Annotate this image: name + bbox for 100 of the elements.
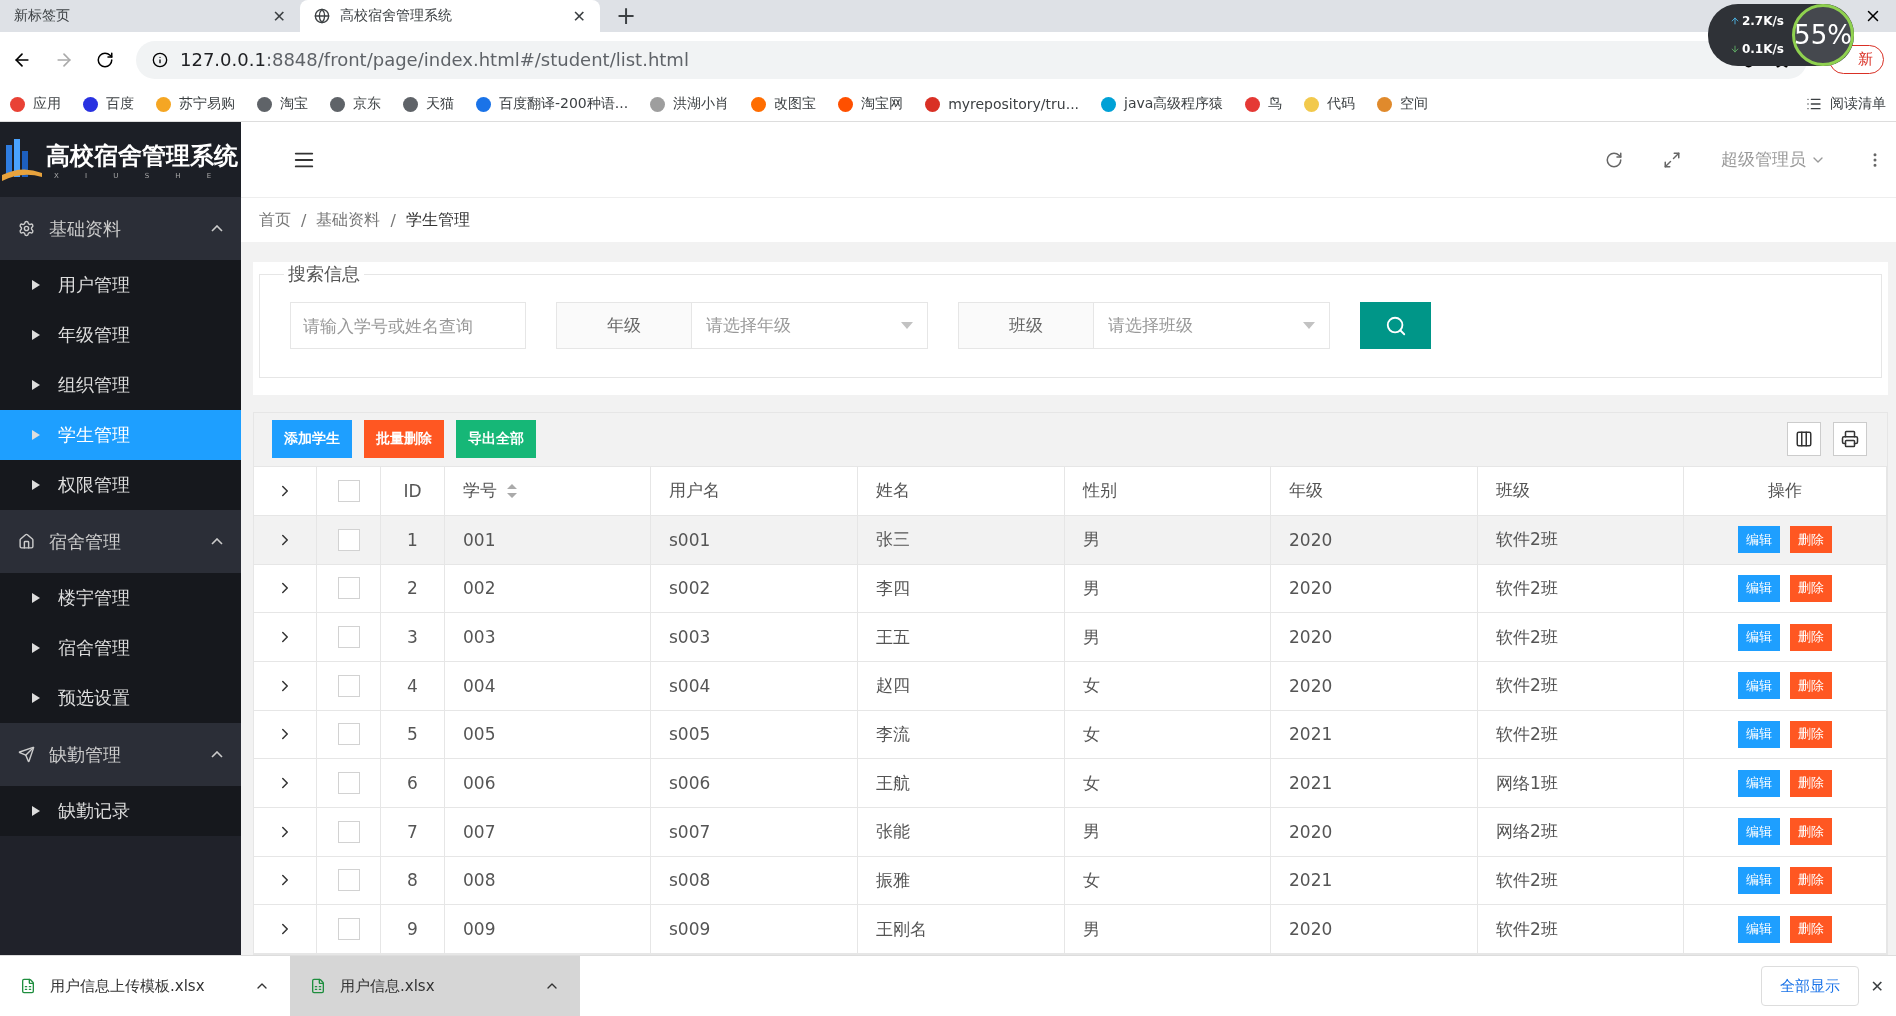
column-header: 学号	[463, 479, 497, 503]
bookmark[interactable]: 百度	[83, 95, 134, 113]
new-tab-button[interactable]: +	[616, 2, 637, 30]
menu-group[interactable]: 宿舍管理	[0, 510, 241, 573]
bookmark[interactable]: 洪湖小肖	[650, 95, 730, 113]
menu-group[interactable]: 缺勤管理	[0, 723, 241, 786]
menu-item-label: 缺勤记录	[58, 799, 130, 823]
bookmark[interactable]: java高级程序猿	[1101, 95, 1224, 113]
menu-group[interactable]: 基础资料	[0, 197, 241, 260]
browser-tab[interactable]: 高校宿舍管理系统 ✕	[300, 0, 600, 32]
checkbox[interactable]	[337, 577, 360, 600]
table-cell: 007	[445, 807, 651, 856]
close-icon[interactable]: ✕	[572, 6, 586, 26]
bookmark[interactable]: 苏宁易购	[156, 95, 235, 113]
download-item[interactable]: 用户信息.xlsx	[290, 956, 580, 1016]
table-cell: 张三	[858, 515, 1065, 564]
chevron-up-icon	[211, 225, 223, 232]
table-cell: 001	[445, 515, 651, 564]
reload-icon[interactable]	[96, 50, 114, 69]
table-cell: s006	[651, 759, 858, 807]
menu-item-label: 组织管理	[58, 373, 130, 397]
triangle-icon	[32, 380, 40, 390]
close-icon[interactable]: ✕	[1870, 976, 1884, 996]
bookmark[interactable]: 京东	[330, 95, 381, 113]
table-cell: 王航	[858, 759, 1065, 807]
breadcrumb-link[interactable]: 基础资料	[316, 209, 381, 231]
column-header: 年级	[1289, 479, 1323, 503]
bookmark[interactable]: 淘宝	[257, 95, 308, 113]
browser-tab[interactable]: 新标签页 ✕	[0, 0, 300, 32]
checkbox[interactable]	[337, 626, 360, 649]
table-cell: 008	[445, 856, 651, 905]
menu-item[interactable]: 预选设置	[0, 673, 241, 723]
checkbox[interactable]	[337, 674, 360, 697]
checkbox[interactable]	[337, 820, 360, 843]
print-button[interactable]	[1833, 422, 1867, 457]
checkbox[interactable]	[337, 479, 360, 502]
table-cell: 8	[381, 856, 445, 905]
menu-item[interactable]: 权限管理	[0, 460, 241, 510]
menu-item[interactable]: 用户管理	[0, 260, 241, 310]
refresh-icon[interactable]	[1605, 150, 1623, 169]
checkbox[interactable]	[337, 528, 360, 551]
menu-item[interactable]: 缺勤记录	[0, 786, 241, 836]
column-header: 姓名	[876, 479, 910, 503]
table-cell: 2020	[1271, 515, 1478, 564]
menu-item[interactable]: 组织管理	[0, 360, 241, 410]
checkbox[interactable]	[337, 869, 360, 892]
download-speed: 0.1K/s	[1741, 42, 1784, 56]
breadcrumb-link[interactable]: 首页	[259, 209, 291, 231]
menu-item-label: 权限管理	[58, 473, 130, 497]
bookmark[interactable]: myrepository/tru...	[925, 96, 1080, 112]
bookmark[interactable]: 空间	[1377, 95, 1429, 113]
bookmark[interactable]: 代码	[1304, 95, 1356, 113]
reading-list-button[interactable]: 阅读清单	[1806, 95, 1886, 113]
table-cell: 2	[381, 564, 445, 613]
checkbox[interactable]	[337, 723, 360, 746]
columns-button[interactable]	[1787, 422, 1821, 457]
search-button[interactable]	[1360, 302, 1431, 349]
table-cell: 李流	[858, 710, 1065, 759]
keyword-field[interactable]: 请输入学号或姓名查询	[290, 302, 526, 349]
spreadsheet-icon	[310, 978, 326, 994]
table-cell: 2021	[1271, 759, 1478, 807]
usage-gauge: 55%	[1792, 4, 1854, 66]
show-all-button[interactable]: 全部显示	[1760, 966, 1859, 1006]
table-cell: 男	[1065, 515, 1271, 564]
checkbox[interactable]	[337, 772, 360, 795]
table-cell: 男	[1065, 807, 1271, 856]
table-cell: 软件2班	[1478, 515, 1684, 564]
table-cell: s003	[651, 613, 858, 661]
table-cell: 004	[445, 661, 651, 710]
menu-item-label: 预选设置	[58, 686, 130, 710]
globe-icon	[314, 8, 330, 24]
menu-item[interactable]: 宿舍管理	[0, 623, 241, 673]
bookmark[interactable]: 天猫	[403, 95, 454, 113]
chevron-up-icon	[211, 751, 223, 758]
close-icon[interactable]: ✕	[272, 6, 286, 26]
breadcrumb-link[interactable]: 学生管理	[405, 209, 470, 231]
table-cell: 009	[445, 905, 651, 953]
table-cell: 4	[381, 661, 445, 710]
table-cell: 2021	[1271, 856, 1478, 905]
breadcrumb-separator: /	[390, 210, 396, 230]
fullscreen-icon[interactable]	[1663, 150, 1681, 169]
bookmark[interactable]: 应用	[10, 95, 61, 113]
checkbox[interactable]	[337, 918, 360, 941]
column-header: 操作	[1768, 479, 1802, 503]
bookmark[interactable]: 改图宝	[751, 95, 817, 113]
bookmark[interactable]: 百度翻译-200种语...	[476, 95, 629, 113]
triangle-icon	[32, 330, 40, 340]
menu-item[interactable]: 年级管理	[0, 310, 241, 360]
menu-item-label: 宿舍管理	[58, 636, 130, 660]
breadcrumb-separator: /	[301, 210, 307, 230]
column-header: ID	[403, 480, 422, 501]
upload-speed: 2.7K/s	[1741, 14, 1784, 28]
print-icon	[1841, 430, 1859, 449]
home-icon	[18, 533, 35, 550]
table-cell: 软件2班	[1478, 905, 1684, 953]
menu-item[interactable]: 楼宇管理	[0, 573, 241, 623]
column-header: 班级	[1496, 479, 1530, 503]
bookmark[interactable]: 鸟	[1245, 95, 1283, 113]
bookmark[interactable]: 淘宝网	[838, 95, 904, 113]
table-cell: 6	[381, 759, 445, 807]
